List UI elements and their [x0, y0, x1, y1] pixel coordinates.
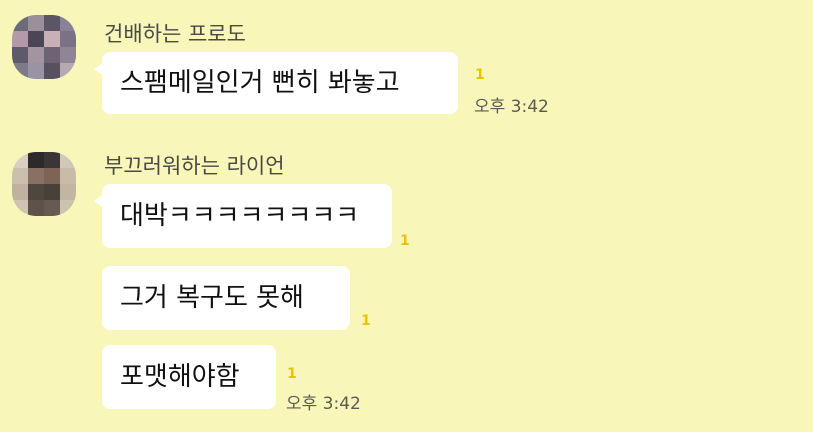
avatar-pixel: [44, 200, 60, 216]
avatar-pixel: [12, 31, 28, 47]
avatar-pixel: [12, 63, 28, 79]
chat-screen: { "messages": [ { "sender": "건배하는 프로도", …: [0, 0, 813, 432]
sender-name: 건배하는 프로도: [104, 22, 246, 46]
message-text: 포맷해야함: [120, 362, 240, 392]
sender-name: 부끄러워하는 라이언: [104, 154, 285, 178]
avatar-pixel: [60, 15, 76, 31]
message-text: 대박ㅋㅋㅋㅋㅋㅋㅋㅋ: [120, 201, 360, 231]
message-text: 그거 복구도 못해: [120, 283, 304, 313]
avatar-pixel: [44, 63, 60, 79]
unread-count: 1: [287, 366, 297, 382]
message-bubble[interactable]: 그거 복구도 못해: [102, 266, 350, 330]
avatar-pixel: [44, 47, 60, 63]
message-bubble[interactable]: 대박ㅋㅋㅋㅋㅋㅋㅋㅋ: [94, 184, 392, 248]
avatar-pixel: [28, 200, 44, 216]
avatar[interactable]: [12, 152, 76, 216]
avatar-pixel: [60, 47, 76, 63]
avatar-pixel: [28, 47, 44, 63]
message-time: 오후 3:42: [286, 394, 361, 414]
message-bubble[interactable]: 포맷해야함: [102, 345, 276, 409]
message-text: 스팸메일인거 뻔히 봐놓고: [120, 68, 400, 98]
avatar-pixel: [28, 168, 44, 184]
unread-count: 1: [361, 313, 371, 329]
avatar-pixel: [12, 152, 28, 168]
avatar-pixel: [12, 168, 28, 184]
message-bubble[interactable]: 스팸메일인거 뻔히 봐놓고: [94, 52, 458, 114]
avatar-pixel: [44, 15, 60, 31]
unread-count: 1: [475, 67, 485, 83]
avatar-pixel: [60, 168, 76, 184]
message-time: 오후 3:42: [474, 97, 549, 117]
avatar-pixel: [60, 31, 76, 47]
avatar-pixel: [12, 184, 28, 200]
avatar-pixel: [12, 200, 28, 216]
avatar-pixel: [44, 184, 60, 200]
avatar-pixel: [60, 63, 76, 79]
avatar-pixel: [60, 152, 76, 168]
avatar[interactable]: [12, 15, 76, 79]
avatar-pixel: [28, 63, 44, 79]
avatar-pixel: [28, 184, 44, 200]
avatar-pixel: [44, 152, 60, 168]
avatar-pixel: [28, 15, 44, 31]
unread-count: 1: [400, 233, 410, 249]
avatar-pixel: [28, 31, 44, 47]
avatar-pixel: [12, 47, 28, 63]
avatar-pixel: [60, 184, 76, 200]
avatar-pixel: [44, 31, 60, 47]
avatar-pixel: [12, 15, 28, 31]
avatar-pixel: [44, 168, 60, 184]
avatar-pixel: [28, 152, 44, 168]
avatar-pixel: [60, 200, 76, 216]
